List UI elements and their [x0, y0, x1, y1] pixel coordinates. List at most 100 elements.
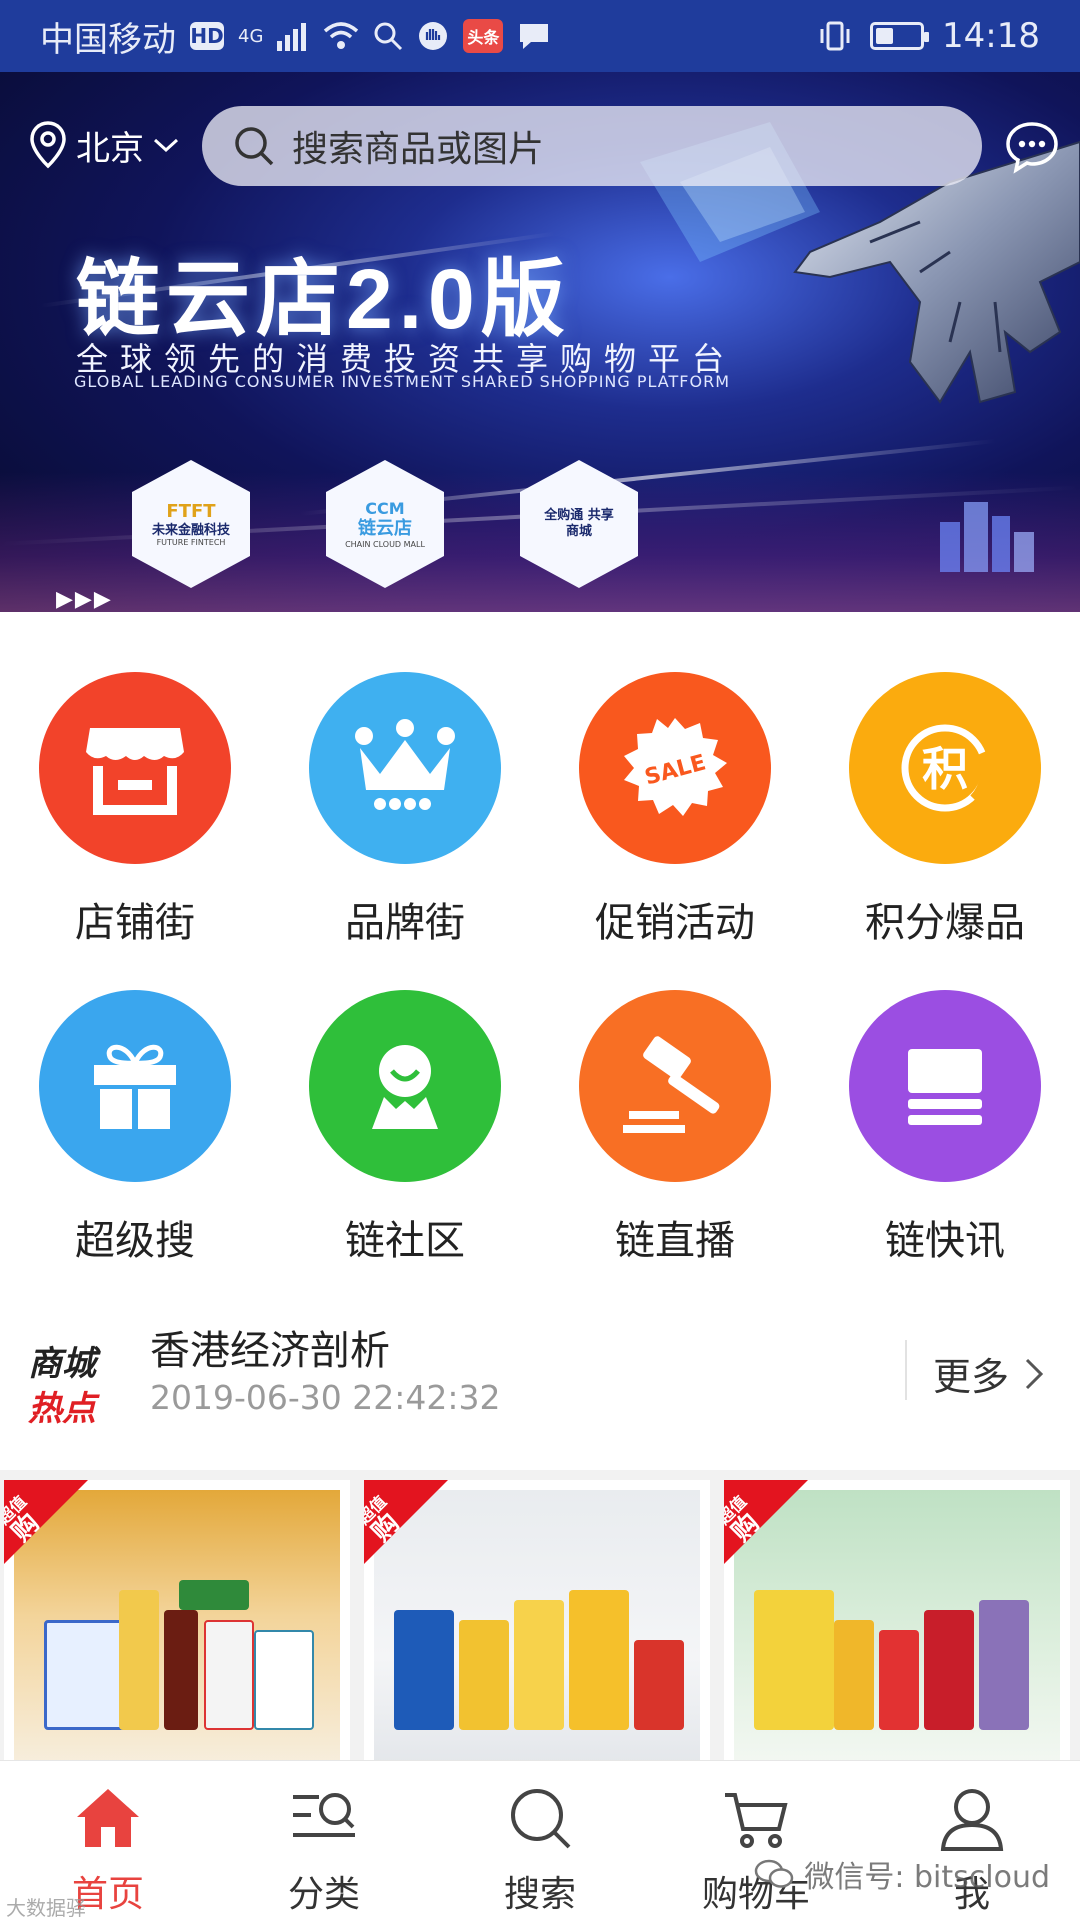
category-circle	[579, 990, 771, 1182]
ftft-logo-sub: FUTURE FINTECH	[156, 538, 226, 548]
user-icon	[940, 1789, 1004, 1851]
more-label: 更多	[933, 1355, 1010, 1399]
category-points[interactable]: 积 积分爆品	[810, 672, 1080, 948]
category-store-street[interactable]: 店铺街	[0, 672, 270, 948]
banner-subtitle-en: GLOBAL LEADING CONSUMER INVESTMENT SHARE…	[74, 372, 730, 391]
battery-fill	[876, 28, 894, 44]
product-item	[569, 1590, 629, 1730]
category-label: 超级搜	[75, 1218, 195, 1264]
tab-search[interactable]: 搜索	[432, 1761, 648, 1920]
category-news[interactable]: 链快讯	[810, 990, 1080, 1266]
divider	[905, 1340, 907, 1400]
search-placeholder: 搜索商品或图片	[292, 129, 545, 170]
category-circle	[39, 990, 231, 1182]
arrows-icon: ▶▶▶	[56, 587, 113, 612]
category-promotions[interactable]: SALE 促销活动	[540, 672, 810, 948]
product-item	[164, 1610, 198, 1730]
product-item	[979, 1600, 1029, 1730]
hot-news-bar[interactable]: 商城 热点 香港经济剖析 2019-06-30 22:42:32 更多	[0, 1300, 1080, 1440]
product-item	[754, 1590, 834, 1730]
category-circle	[309, 990, 501, 1182]
category-label: 店铺街	[75, 900, 195, 946]
news-title[interactable]: 香港经济剖析	[150, 1318, 390, 1376]
category-super-search[interactable]: 超级搜	[0, 990, 270, 1266]
news-timestamp: 2019-06-30 22:42:32	[150, 1378, 501, 1417]
product-card[interactable]: 超值 购	[724, 1480, 1070, 1770]
product-item	[834, 1620, 874, 1730]
app-screen: 中国移动 HD 4G 头条 14:18 链云店2.0版 全球领先的消费投资共享购…	[0, 0, 1080, 1920]
hot-news-logo: 商城 热点	[28, 1336, 128, 1428]
more-button[interactable]: 更多	[933, 1346, 1045, 1401]
search-input[interactable]: 搜索商品或图片	[202, 106, 982, 186]
ccm-logo: CCM 链云店 CHAIN CLOUD MALL	[326, 460, 444, 588]
product-item	[634, 1640, 684, 1730]
toutiao-badge: 头条	[463, 19, 504, 53]
product-item	[879, 1630, 919, 1730]
tab-label: 搜索	[503, 1874, 576, 1915]
category-label: 积分爆品	[865, 900, 1025, 946]
category-circle	[309, 672, 501, 864]
product-image	[374, 1490, 700, 1770]
network-type: 4G	[238, 25, 264, 47]
product-item	[204, 1620, 254, 1730]
hot-logo-line2: 热点	[28, 1391, 96, 1428]
location-label: 北京	[76, 128, 144, 169]
category-icon	[293, 1793, 355, 1837]
product-card[interactable]: 超值 购	[4, 1480, 350, 1770]
product-item	[119, 1590, 159, 1730]
hd-badge: HD	[190, 22, 224, 50]
wifi-icon	[324, 22, 359, 49]
status-left: 中国移动 HD 4G 头条	[40, 12, 551, 61]
bottom-tab-bar: 首页 分类 搜索 购物车 我	[0, 1760, 1080, 1920]
tab-cart[interactable]: 购物车	[648, 1761, 864, 1920]
gavel-icon	[623, 1036, 720, 1133]
city-building-image	[940, 502, 1034, 572]
product-item	[179, 1580, 249, 1610]
wechat-icon	[755, 1859, 794, 1888]
location-selector[interactable]: 北京	[28, 100, 180, 190]
ccm-logo-mark: CCM	[365, 499, 405, 519]
category-circle: 积	[849, 672, 1041, 864]
tab-label: 分类	[287, 1874, 360, 1915]
category-community[interactable]: 链社区	[270, 990, 540, 1266]
status-time: 14:18	[942, 16, 1040, 56]
carrier-name: 中国移动	[40, 19, 176, 60]
ftft-logo: FTFT 未来金融科技 FUTURE FINTECH	[132, 460, 250, 588]
hand-icon	[419, 22, 448, 50]
svg-text:积: 积	[922, 742, 968, 796]
status-right: 14:18	[818, 16, 1040, 56]
status-bar: 中国移动 HD 4G 头条 14:18	[0, 0, 1080, 72]
home-icon	[77, 1789, 139, 1847]
sale-icon: SALE	[624, 718, 727, 816]
chevron-down-icon	[153, 138, 179, 153]
message-icon[interactable]	[1004, 118, 1060, 174]
top-bar: 北京 搜索商品或图片	[0, 100, 1080, 190]
battery-icon	[870, 22, 930, 50]
wechat-watermark-text: 微信号: bitscloud	[804, 1860, 1050, 1895]
quangoutong-logo-label: 全购通 共享商城	[544, 508, 614, 539]
product-item	[459, 1620, 509, 1730]
message-status-icon	[520, 24, 549, 49]
product-item	[924, 1610, 974, 1730]
crown-icon	[355, 719, 455, 810]
chevron-right-icon	[1025, 1358, 1044, 1389]
category-circle	[849, 990, 1041, 1182]
product-item	[514, 1600, 564, 1730]
product-image	[14, 1490, 340, 1770]
tab-category[interactable]: 分类	[216, 1761, 432, 1920]
product-item	[254, 1630, 314, 1730]
search-icon	[511, 1789, 571, 1849]
ccm-logo-sub: CHAIN CLOUD MALL	[345, 539, 425, 549]
vibrate-icon	[820, 21, 850, 51]
category-circle: SALE	[579, 672, 771, 864]
signal-icon	[277, 23, 307, 51]
category-brand-street[interactable]: 品牌街	[270, 672, 540, 948]
category-live[interactable]: 链直播	[540, 990, 810, 1266]
category-label: 品牌街	[345, 900, 465, 946]
tab-me[interactable]: 我	[864, 1761, 1080, 1920]
product-card[interactable]: 超值 购	[364, 1480, 710, 1770]
wechat-watermark: 微信号: bitscloud	[754, 1852, 1050, 1896]
category-label: 链快讯	[885, 1218, 1005, 1264]
ftft-logo-mark: FTFT	[166, 500, 216, 522]
ccm-logo-label: 链云店	[358, 518, 412, 540]
